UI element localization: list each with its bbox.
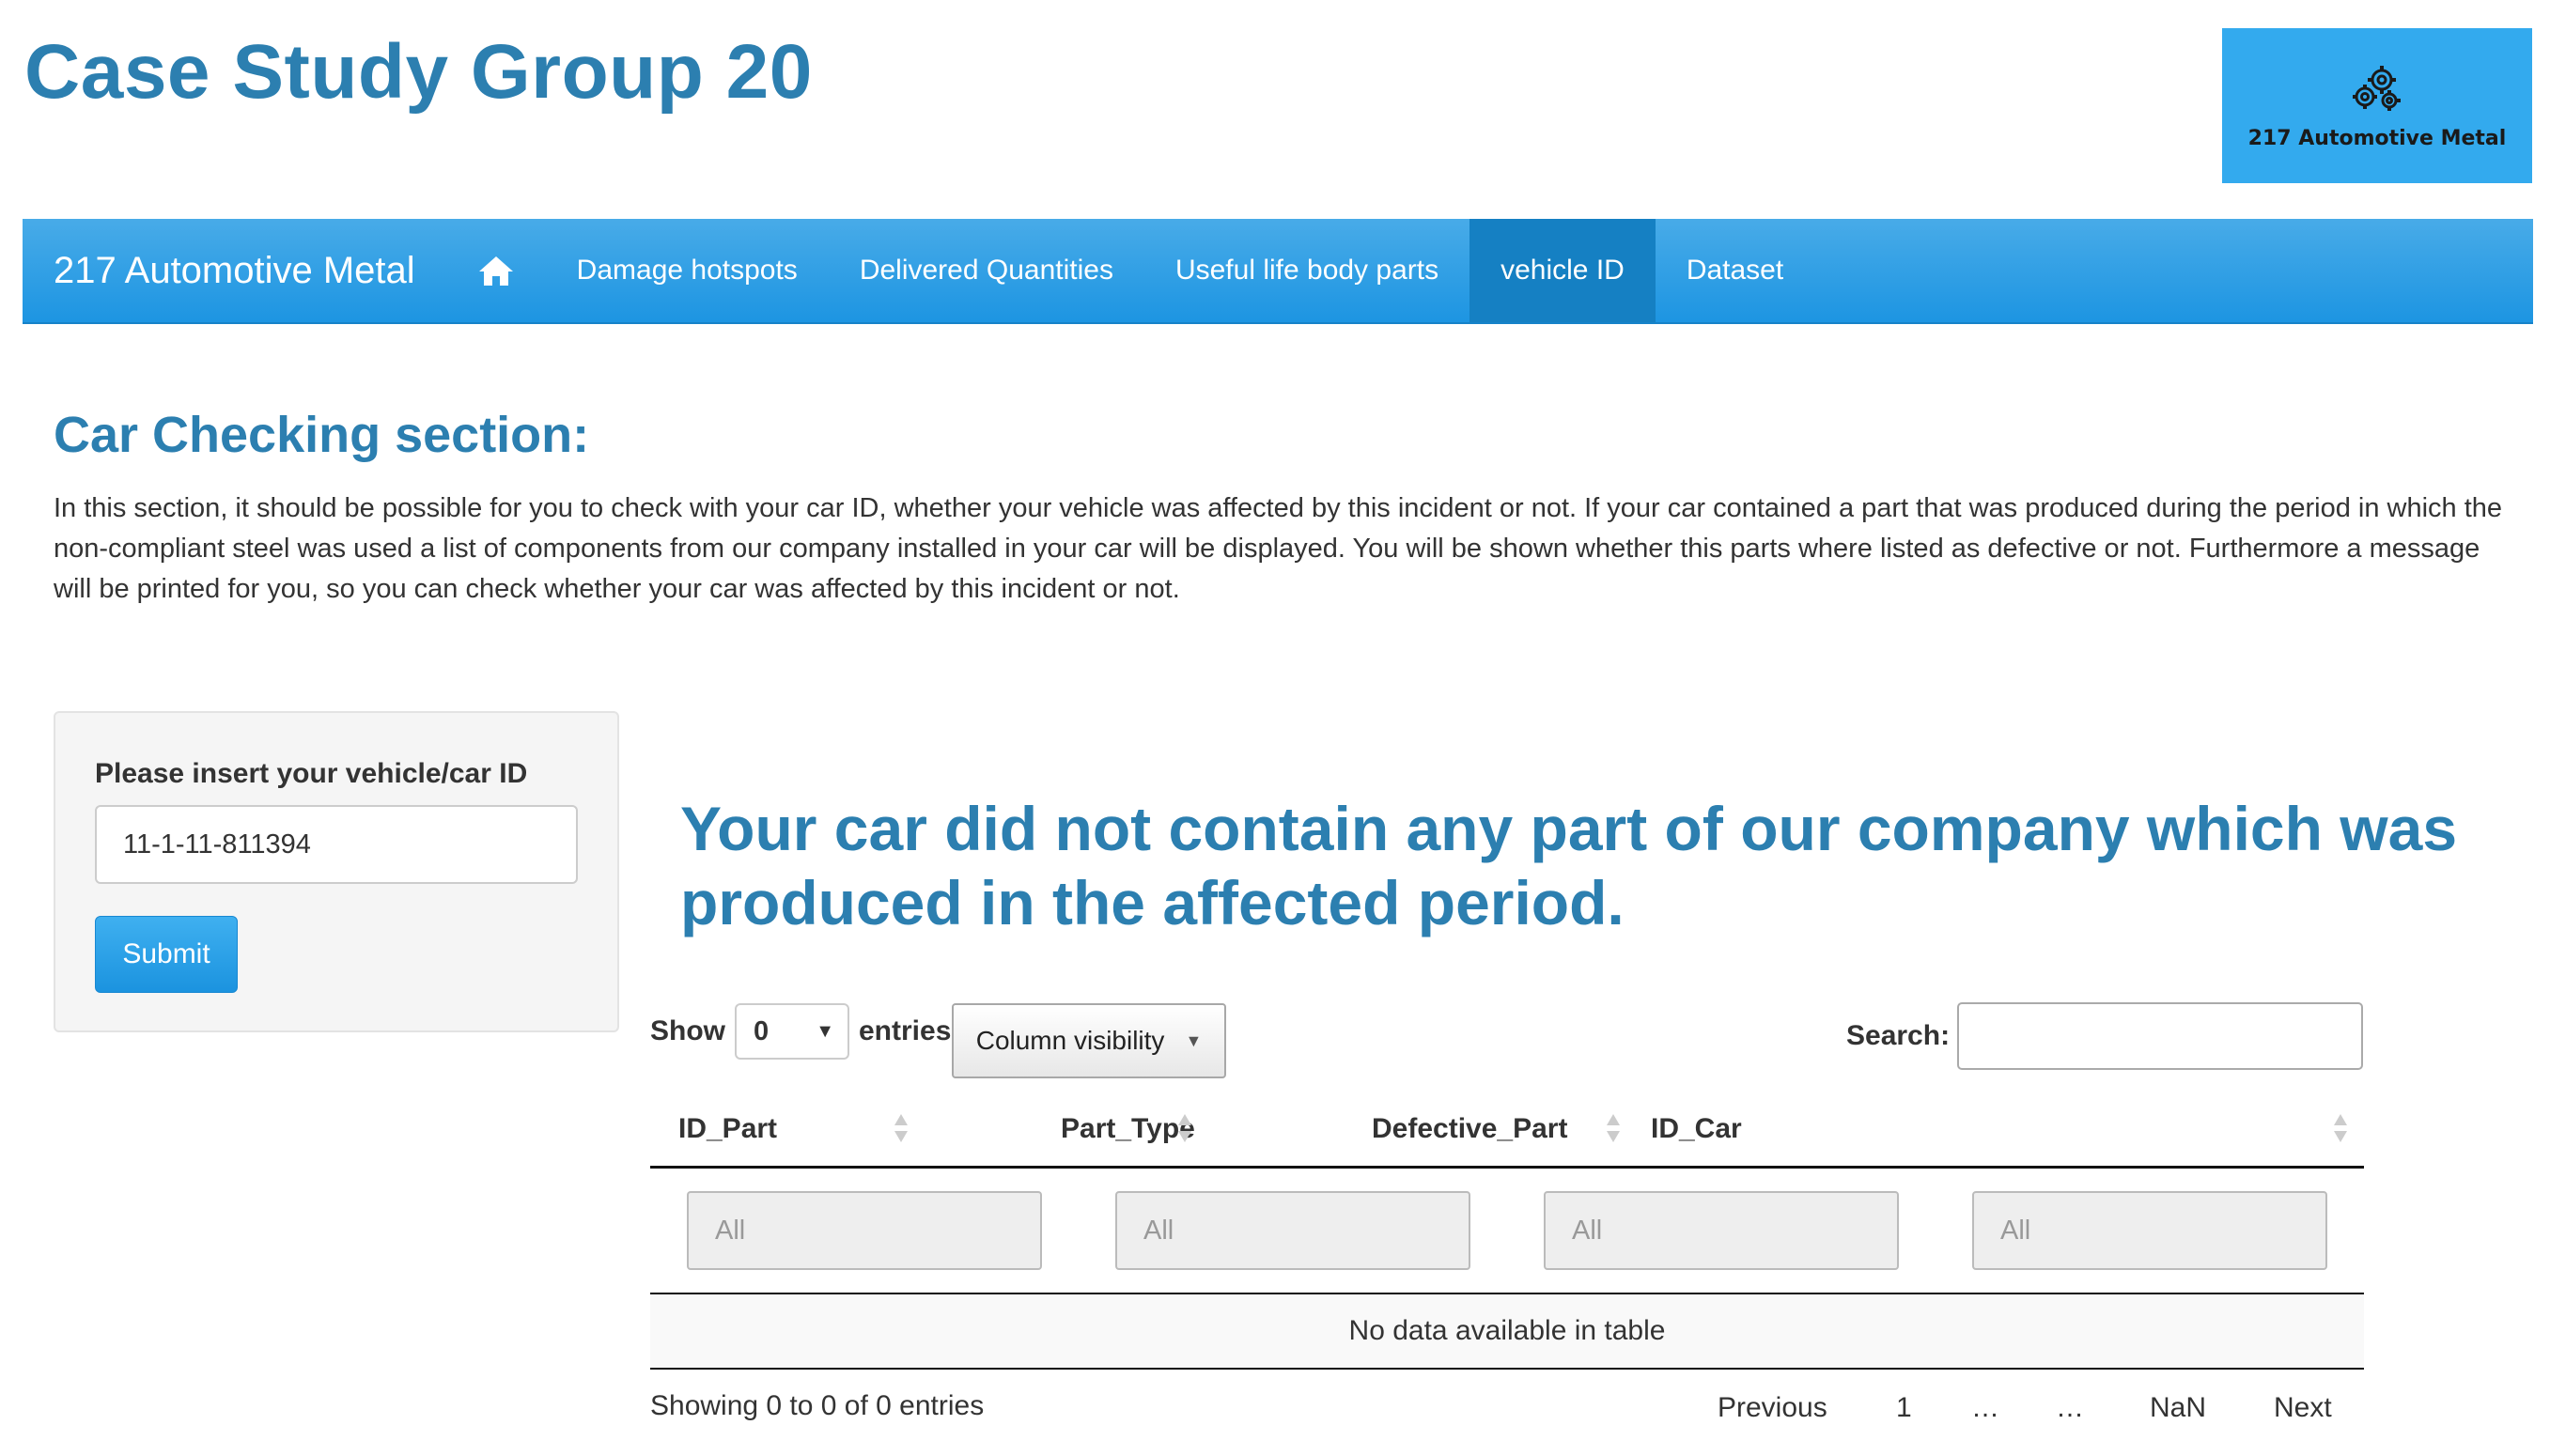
caret-down-icon: ▼: [1185, 1030, 1203, 1050]
search-input[interactable]: [1957, 1002, 2364, 1070]
nav-delivered-quantities[interactable]: Delivered Quantities: [829, 219, 1144, 322]
pagination-last[interactable]: NaN: [2150, 1392, 2206, 1424]
filter-part-type[interactable]: All: [1115, 1191, 1470, 1270]
nav-dataset[interactable]: Dataset: [1656, 219, 1814, 322]
entries-label: entries: [859, 1015, 952, 1046]
page-title: Case Study Group 20: [24, 29, 813, 115]
column-visibility-label: Column visibility: [975, 1026, 1165, 1055]
sort-icon[interactable]: [1176, 1110, 1193, 1146]
section-title: Car Checking section:: [54, 407, 590, 463]
column-header-id-part[interactable]: ID_Part: [678, 1090, 777, 1169]
filter-row: All All All All: [650, 1169, 2364, 1294]
column-header-id-car[interactable]: ID_Car: [1651, 1090, 1742, 1169]
home-icon: [478, 256, 513, 286]
show-label: Show: [650, 1015, 725, 1046]
car-id-input[interactable]: [95, 805, 578, 884]
nav-home[interactable]: [447, 219, 546, 322]
sort-icon[interactable]: [1605, 1110, 1622, 1146]
table-search: Search:: [1846, 1002, 2364, 1070]
caret-down-icon: ▼: [816, 1020, 834, 1042]
filter-id-car[interactable]: All: [1972, 1191, 2327, 1270]
page-length-control: Show 0 ▼ entries: [650, 1003, 951, 1060]
result-message: Your car did not contain any part of our…: [680, 794, 2458, 937]
section-intro: In this section, it should be possible f…: [54, 493, 2503, 604]
nav-vehicle-id[interactable]: vehicle ID: [1469, 219, 1656, 322]
sort-icon[interactable]: [893, 1110, 910, 1146]
pagination-ellipsis: …: [1971, 1392, 1999, 1423]
navbar-brand[interactable]: 217 Automotive Metal: [23, 219, 447, 322]
page-length-select[interactable]: 0 ▼: [735, 1003, 849, 1060]
empty-table-message: No data available in table: [650, 1294, 2364, 1370]
table-header: ID_Part Part_Type Defective_Part ID_Car: [650, 1090, 2364, 1169]
column-visibility-button[interactable]: Column visibility ▼: [952, 1003, 1226, 1078]
company-logo: 217 Automotive Metal: [2222, 28, 2532, 183]
filter-id-part[interactable]: All: [687, 1191, 1042, 1270]
gears-icon: [2353, 66, 2401, 111]
table-info: Showing 0 to 0 of 0 entries: [650, 1390, 985, 1421]
car-id-label: Please insert your vehicle/car ID: [95, 758, 528, 789]
pagination-page-1[interactable]: 1: [1896, 1392, 1912, 1424]
pagination-next[interactable]: Next: [2274, 1392, 2332, 1424]
column-header-defective-part[interactable]: Defective_Part: [1372, 1090, 1567, 1169]
column-header-part-type[interactable]: Part_Type: [1061, 1090, 1195, 1169]
search-label: Search:: [1846, 1020, 1951, 1051]
nav-damage-hotspots[interactable]: Damage hotspots: [546, 219, 829, 322]
nav-useful-life-body-parts[interactable]: Useful life body parts: [1144, 219, 1469, 322]
navbar: 217 Automotive Metal Damage hotspots Del…: [23, 219, 2533, 324]
sort-icon[interactable]: [2332, 1110, 2349, 1146]
pagination-ellipsis: …: [2056, 1392, 2084, 1423]
pagination-previous[interactable]: Previous: [1718, 1392, 1827, 1424]
submit-button[interactable]: Submit: [95, 916, 238, 993]
filter-defective-part[interactable]: All: [1544, 1191, 1899, 1270]
page-length-value: 0: [754, 1015, 770, 1046]
logo-text: 217 Automotive Metal: [2247, 127, 2507, 150]
data-table: ID_Part Part_Type Defective_Part ID_Car …: [650, 1090, 2364, 1370]
input-panel: Please insert your vehicle/car ID Submit: [54, 711, 619, 1032]
